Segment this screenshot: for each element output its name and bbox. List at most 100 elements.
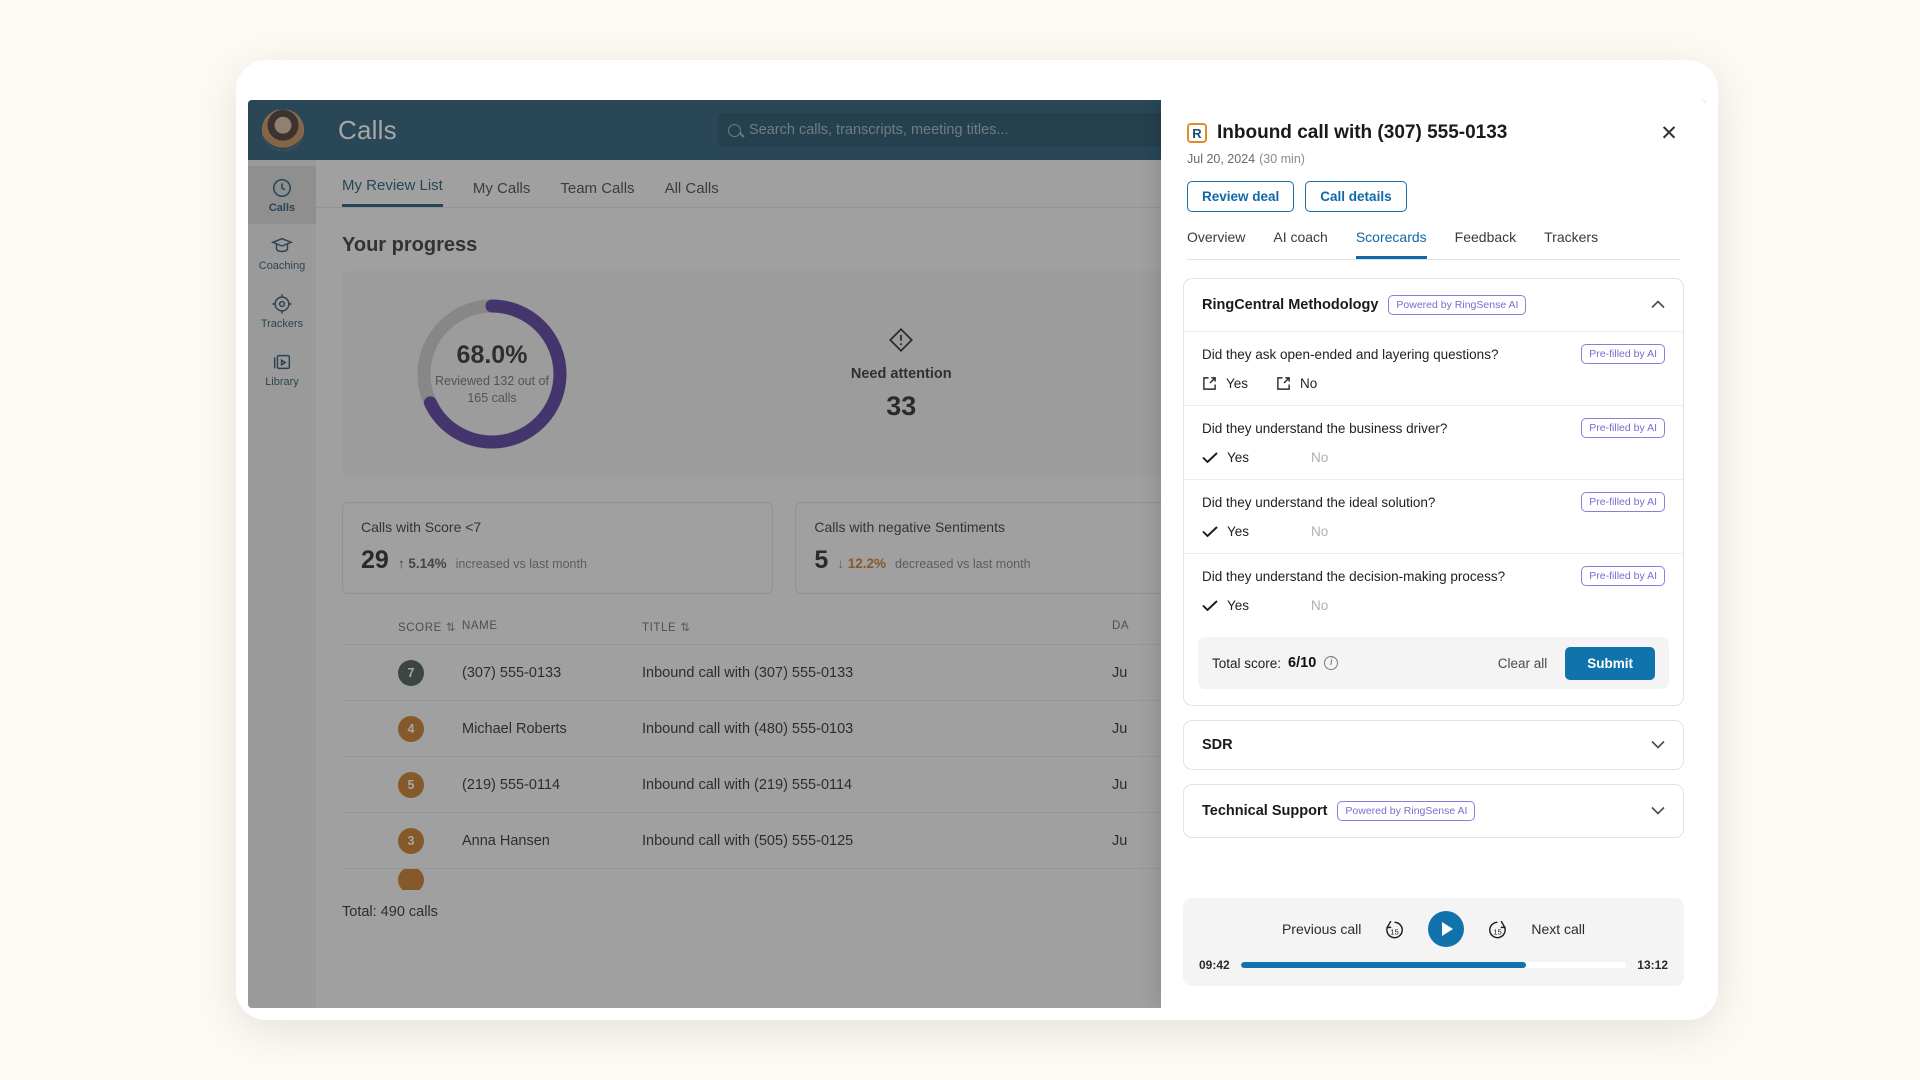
info-icon[interactable]: i [1324,656,1339,670]
scorecard-question: Did they understand the ideal solution? … [1184,479,1683,553]
tab-all-calls[interactable]: All Calls [665,180,719,207]
skip-forward-15-icon[interactable]: 15 [1486,918,1509,941]
sidebar-item-library[interactable]: Library [248,340,316,398]
option-label: Yes [1227,450,1250,465]
card-delta: ↑ 5.14% [397,556,447,571]
tab-my-review-list[interactable]: My Review List [342,177,443,207]
scorecard-header[interactable]: Technical Support Powered by RingSense A… [1184,785,1683,837]
graduation-cap-icon [271,237,293,252]
question-text: Did they understand the business driver? [1202,420,1448,436]
call-details-button[interactable]: Call details [1305,181,1407,212]
scorecard-question: Did they understand the decision-making … [1184,553,1683,627]
option-label: Yes [1227,598,1250,613]
prefilled-badge: Pre-filled by AI [1581,566,1665,586]
score-badge: 7 [398,659,424,686]
cell-title: Inbound call with (505) 555-0125 [642,832,854,849]
card-delta-note: decreased vs last month [895,557,1031,571]
sidebar-label-calls: Calls [268,201,296,214]
option-no[interactable]: No [1277,450,1328,465]
play-button[interactable] [1428,911,1465,947]
tab-feedback[interactable]: Feedback [1455,229,1516,259]
alert-diamond-icon [889,328,914,352]
chevron-down-icon[interactable] [1651,738,1665,752]
scorecard-header[interactable]: SDR [1184,721,1683,769]
tab-team-calls[interactable]: Team Calls [560,180,634,207]
cell-name: (219) 555-0114 [462,776,561,793]
chevron-down-icon[interactable] [1651,804,1665,818]
prefilled-badge: Pre-filled by AI [1581,492,1665,512]
donut-chart: 68.0% Reviewed 132 out of 165 calls [342,294,642,454]
score-badge: 4 [398,715,424,742]
sidebar-label-coaching: Coaching [258,259,306,272]
sidebar-item-coaching[interactable]: Coaching [248,224,316,282]
search-input[interactable]: Search calls, transcripts, meeting title… [718,113,1238,147]
submit-button[interactable]: Submit [1565,646,1655,680]
sidebar-item-calls[interactable]: Calls [248,166,316,224]
progress-fill [1240,962,1527,968]
svg-text:15: 15 [1494,927,1503,936]
column-title[interactable]: TITLE ⇅ [642,620,1112,634]
donut-sublabel: Reviewed 132 out of 165 calls [435,373,549,405]
option-yes[interactable]: Yes [1202,376,1248,391]
ringcentral-logo-icon: R [1187,123,1207,143]
sort-icon: ⇅ [680,622,691,634]
call-detail-panel: R Inbound call with (307) 555-0133 ✕ Jul… [1161,100,1706,1008]
card-value: 29 [361,546,389,574]
external-link-icon [1277,377,1290,390]
tab-overview[interactable]: Overview [1187,229,1245,259]
scorecard-technical-support: Technical Support Powered by RingSense A… [1183,784,1684,838]
option-no[interactable]: No [1277,524,1328,539]
review-deal-button[interactable]: Review deal [1187,181,1295,212]
option-label: Yes [1227,524,1250,539]
stat-need-attention: Need attention 33 [642,325,1161,422]
screenshot-root: Calls Search calls, transcripts, meeting… [0,0,1920,1080]
total-score-value: 6/10 [1288,655,1317,671]
clock-icon [272,178,292,197]
option-yes[interactable]: Yes [1202,450,1249,465]
progress-scrubber[interactable] [1240,962,1627,968]
scorecard-question: Did they understand the business driver?… [1184,405,1683,479]
panel-body: RingCentral Methodology Powered by RingS… [1161,260,1706,898]
cell-title: Inbound call with (307) 555-0133 [642,664,854,681]
card-calls-low-score[interactable]: Calls with Score <7 29 ↑ 5.14% increased… [342,502,774,594]
chevron-up-icon[interactable] [1651,298,1665,312]
avatar[interactable] [262,109,304,151]
stat-value: 33 [886,391,917,421]
scorecard-name: Technical Support [1202,803,1328,819]
option-no[interactable]: No [1276,376,1317,391]
svg-text:15: 15 [1391,927,1400,936]
card-delta: ↓ 12.2% [837,556,887,571]
sidebar-item-trackers[interactable]: Trackers [248,282,316,340]
tab-trackers[interactable]: Trackers [1544,229,1598,259]
card-value: 5 [814,546,829,574]
check-icon [1202,600,1218,611]
next-call-button[interactable]: Next call [1531,921,1585,937]
powered-by-badge: Powered by RingSense AI [1337,801,1476,821]
question-text: Did they ask open-ended and layering que… [1202,346,1499,362]
check-icon [1202,452,1218,463]
clear-all-button[interactable]: Clear all [1498,656,1548,671]
option-yes[interactable]: Yes [1202,598,1249,613]
donut-percent: 68.0% [456,340,528,369]
scorecard-header[interactable]: RingCentral Methodology Powered by RingS… [1184,279,1683,331]
close-icon[interactable]: ✕ [1658,123,1680,146]
skip-back-15-icon[interactable]: 15 [1383,918,1406,941]
tab-ai-coach[interactable]: AI coach [1273,229,1327,259]
scorecard-sdr: SDR [1183,720,1684,770]
tab-scorecards[interactable]: Scorecards [1355,229,1427,259]
previous-call-button[interactable]: Previous call [1282,921,1361,937]
cell-name: Michael Roberts [462,720,567,737]
call-date: Jul 20, 2024 [1187,152,1256,166]
tab-my-calls[interactable]: My Calls [473,180,531,207]
current-time: 09:42 [1199,958,1230,972]
column-name[interactable]: NAME [462,620,642,634]
check-icon [1202,526,1218,537]
option-yes[interactable]: Yes [1202,524,1249,539]
sidebar-label-library: Library [265,375,299,388]
column-score[interactable]: SCORE ⇅ [342,620,462,634]
option-no[interactable]: No [1277,598,1328,613]
panel-actions: Review deal Call details [1187,181,1680,212]
stat-label: Need attention [850,366,952,382]
total-score-bar: Total score: 6/10 i Clear all Submit [1198,637,1669,689]
card-delta-note: increased vs last month [455,557,587,571]
